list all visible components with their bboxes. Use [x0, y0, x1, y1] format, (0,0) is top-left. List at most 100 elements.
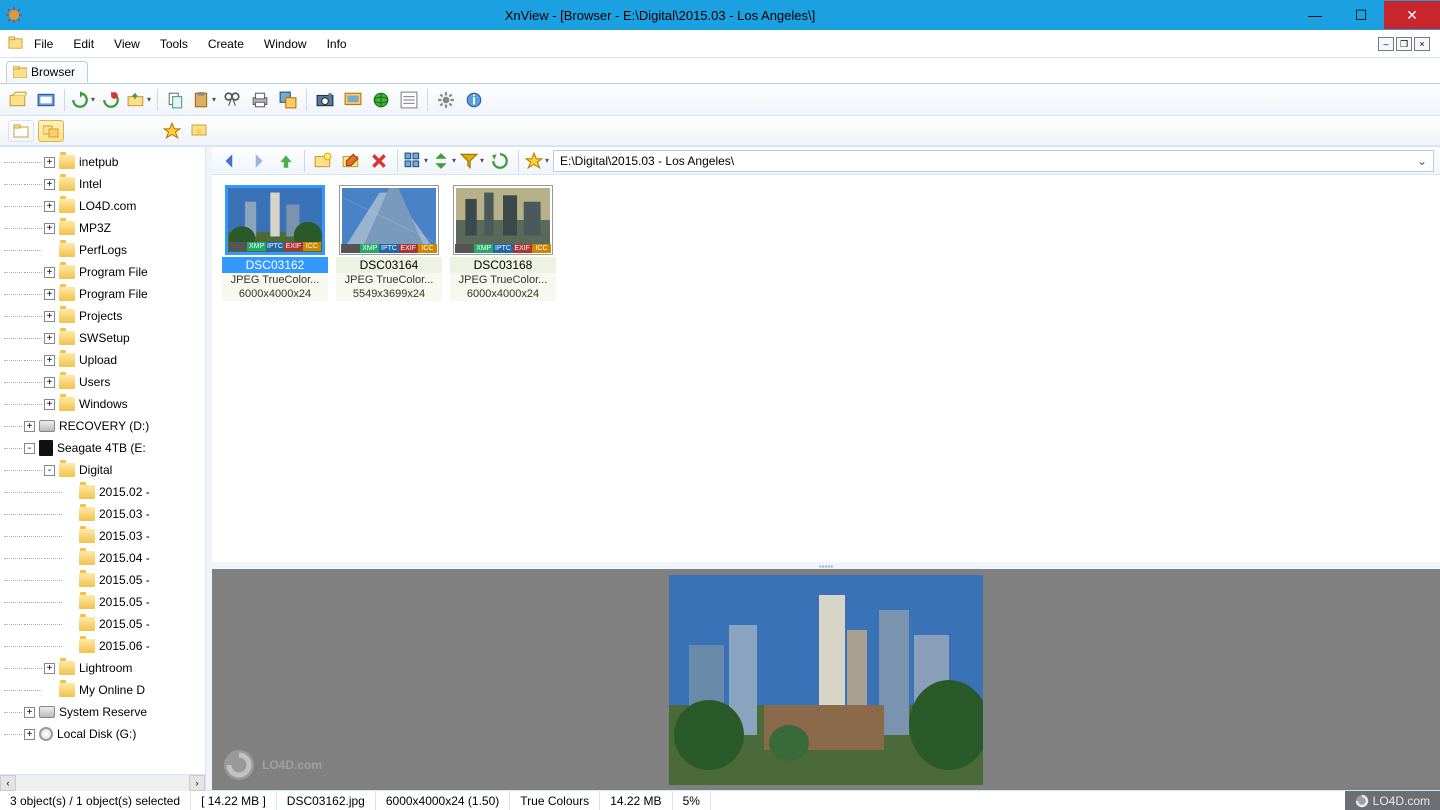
menu-create[interactable]: Create — [198, 33, 254, 55]
tree-item[interactable]: PerfLogs — [0, 239, 205, 261]
address-bar[interactable]: E:\Digital\2015.03 - Los Angeles\ ⌄ — [553, 150, 1434, 172]
scroll-left-button[interactable]: ‹ — [0, 775, 16, 791]
expander-icon[interactable]: + — [24, 707, 35, 718]
tree-item[interactable]: 2015.05 - — [0, 613, 205, 635]
copy-button[interactable] — [164, 88, 188, 112]
tree-item[interactable]: +Local Disk (G:) — [0, 723, 205, 745]
delete-button[interactable] — [367, 149, 391, 173]
slideshow-button[interactable] — [341, 88, 365, 112]
tree-item[interactable]: +MP3Z — [0, 217, 205, 239]
tree-item[interactable]: -Digital — [0, 459, 205, 481]
menu-window[interactable]: Window — [254, 33, 317, 55]
horizontal-splitter[interactable]: ▪▪▪▪▪ — [212, 562, 1440, 565]
close-button[interactable]: ✕ — [1384, 1, 1440, 29]
expander-icon[interactable]: + — [44, 157, 55, 168]
tree-item[interactable]: +Lightroom — [0, 657, 205, 679]
side-tab-folders[interactable] — [38, 120, 64, 142]
tree-hscrollbar[interactable]: ‹ › — [0, 774, 205, 790]
screenshot-button[interactable] — [34, 88, 58, 112]
tree-item[interactable]: +LO4D.com — [0, 195, 205, 217]
tab-browser[interactable]: Browser — [6, 61, 88, 83]
open-button[interactable] — [6, 88, 30, 112]
filter-button[interactable] — [460, 149, 484, 173]
expander-icon[interactable]: - — [44, 465, 55, 476]
expander-icon[interactable]: + — [44, 663, 55, 674]
tree-item[interactable]: 2015.02 - — [0, 481, 205, 503]
tree-item[interactable]: 2015.04 - — [0, 547, 205, 569]
expander-icon[interactable]: + — [44, 399, 55, 410]
settings-button[interactable] — [434, 88, 458, 112]
menu-info[interactable]: Info — [317, 33, 357, 55]
menu-file[interactable]: File — [24, 33, 63, 55]
paste-button[interactable] — [192, 88, 216, 112]
scroll-right-button[interactable]: › — [189, 775, 205, 791]
tree-item[interactable]: -Seagate 4TB (E: — [0, 437, 205, 459]
print-button[interactable] — [248, 88, 272, 112]
expander-icon[interactable]: + — [44, 179, 55, 190]
tree-item[interactable]: +RECOVERY (D:) — [0, 415, 205, 437]
expander-icon[interactable]: + — [24, 421, 35, 432]
tree-item[interactable]: 2015.06 - — [0, 635, 205, 657]
mdi-close[interactable]: × — [1414, 37, 1430, 51]
menu-edit[interactable]: Edit — [63, 33, 104, 55]
expander-icon[interactable]: + — [44, 289, 55, 300]
folder-tree[interactable]: +inetpub+Intel+LO4D.com+MP3ZPerfLogs+Pro… — [0, 147, 205, 774]
tree-item[interactable]: +Windows — [0, 393, 205, 415]
tree-item[interactable]: +Upload — [0, 349, 205, 371]
refresh-view-button[interactable] — [488, 149, 512, 173]
refresh-red-button[interactable] — [99, 88, 123, 112]
tree-item[interactable]: +Program File — [0, 283, 205, 305]
info-button[interactable]: i — [462, 88, 486, 112]
tree-item[interactable]: 2015.03 - — [0, 525, 205, 547]
mdi-minimize[interactable]: – — [1378, 37, 1394, 51]
address-dropdown-icon[interactable]: ⌄ — [1417, 154, 1427, 168]
camera-button[interactable] — [313, 88, 337, 112]
fav-add-button[interactable] — [160, 119, 184, 143]
web-button[interactable] — [369, 88, 393, 112]
thumbnail-item[interactable]: XMPIPTCEXIFICCDSC03164JPEG TrueColor...5… — [336, 185, 442, 301]
back-button[interactable] — [218, 149, 242, 173]
expander-icon[interactable]: + — [44, 201, 55, 212]
mdi-restore[interactable]: ❐ — [1396, 37, 1412, 51]
tree-item[interactable]: +inetpub — [0, 151, 205, 173]
batch-button[interactable] — [276, 88, 300, 112]
expander-icon[interactable]: + — [44, 377, 55, 388]
expander-icon[interactable]: + — [44, 223, 55, 234]
favorite-button[interactable] — [525, 149, 549, 173]
list-button[interactable] — [397, 88, 421, 112]
forward-button[interactable] — [246, 149, 270, 173]
expander-icon[interactable]: + — [44, 267, 55, 278]
minimize-button[interactable]: — — [1292, 1, 1338, 29]
side-tab-tree[interactable] — [8, 120, 34, 142]
expander-icon[interactable]: + — [44, 311, 55, 322]
expander-icon[interactable]: + — [24, 729, 35, 740]
up-button[interactable] — [274, 149, 298, 173]
tree-item[interactable]: +Program File — [0, 261, 205, 283]
rename-button[interactable] — [339, 149, 363, 173]
menu-view[interactable]: View — [104, 33, 150, 55]
tree-item[interactable]: +SWSetup — [0, 327, 205, 349]
expander-icon[interactable]: - — [24, 443, 35, 454]
fav-folder-button[interactable] — [188, 119, 212, 143]
expander-icon[interactable]: + — [44, 333, 55, 344]
thumbnail-item[interactable]: XMPIPTCEXIFICCDSC03162JPEG TrueColor...6… — [222, 185, 328, 301]
tree-item[interactable]: +Users — [0, 371, 205, 393]
tree-item[interactable]: +Intel — [0, 173, 205, 195]
maximize-button[interactable]: ☐ — [1338, 1, 1384, 29]
tree-item[interactable]: My Online D — [0, 679, 205, 701]
view-mode-button[interactable] — [404, 149, 428, 173]
new-folder-button[interactable] — [311, 149, 335, 173]
menu-tools[interactable]: Tools — [150, 33, 198, 55]
sort-button[interactable] — [432, 149, 456, 173]
thumbnail-item[interactable]: XMPIPTCEXIFICCDSC03168JPEG TrueColor...6… — [450, 185, 556, 301]
tree-item[interactable]: +System Reserve — [0, 701, 205, 723]
search-button[interactable] — [220, 88, 244, 112]
refresh-button[interactable] — [71, 88, 95, 112]
tree-item[interactable]: 2015.05 - — [0, 569, 205, 591]
up-folder-button[interactable] — [127, 88, 151, 112]
tree-item[interactable]: 2015.05 - — [0, 591, 205, 613]
tree-item[interactable]: 2015.03 - — [0, 503, 205, 525]
thumbnail-grid[interactable]: XMPIPTCEXIFICCDSC03162JPEG TrueColor...6… — [212, 175, 1440, 569]
tree-item[interactable]: +Projects — [0, 305, 205, 327]
expander-icon[interactable]: + — [44, 355, 55, 366]
